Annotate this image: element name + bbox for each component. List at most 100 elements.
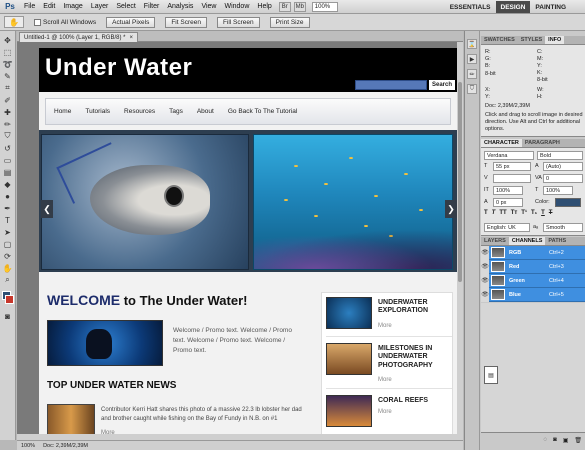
minibridge-icon[interactable]: Mb <box>293 1 306 12</box>
tab-character[interactable]: CHARACTER <box>481 139 522 147</box>
channel-row-red[interactable]: 👁 Red Ctrl+3 <box>481 259 585 274</box>
eye-icon[interactable]: 👁 <box>481 273 489 288</box>
vertical-scrollbar[interactable] <box>457 42 463 440</box>
tab-styles[interactable]: STYLES <box>518 36 545 44</box>
text-color-swatch[interactable] <box>555 198 581 207</box>
font-style-select[interactable]: Bold <box>537 151 583 160</box>
tab-info[interactable]: INFO <box>545 36 565 44</box>
menu-edit[interactable]: Edit <box>39 3 59 10</box>
dodge-tool-icon[interactable]: ● <box>2 191 14 201</box>
scroll-thumb[interactable] <box>458 82 462 282</box>
close-icon[interactable]: × <box>129 35 133 41</box>
actual-pixels-button[interactable]: Actual Pixels <box>106 16 156 28</box>
faux-italic-button[interactable]: T <box>492 210 496 219</box>
tab-layers[interactable]: LAYERS <box>481 237 509 245</box>
workspace-painting[interactable]: PAINTING <box>530 1 571 13</box>
tab-swatches[interactable]: SWATCHES <box>481 36 518 44</box>
tab-paths[interactable]: PATHS <box>545 237 569 245</box>
hand-tool-preset-icon[interactable]: ✋ <box>4 16 24 28</box>
save-selection-icon[interactable]: ◙ <box>553 437 557 443</box>
fill-screen-button[interactable]: Fill Screen <box>216 16 260 28</box>
document-tab[interactable]: Untitled-1 @ 100% (Layer 1, RGB/8) * × <box>19 32 138 42</box>
brush-panel-icon[interactable]: ✏ <box>467 69 477 79</box>
actions-panel-icon[interactable]: ▶ <box>467 54 477 64</box>
clone-stamp-tool-icon[interactable]: ⛉ <box>2 131 14 141</box>
menu-help[interactable]: Help <box>253 3 275 10</box>
hand-tool-icon[interactable]: ✋ <box>2 263 14 273</box>
type-tool-icon[interactable]: T <box>2 215 14 225</box>
color-swatches[interactable] <box>2 291 14 309</box>
path-selection-tool-icon[interactable]: ➤ <box>2 227 14 237</box>
menu-filter[interactable]: Filter <box>140 3 164 10</box>
info-b-label: B: <box>485 63 491 69</box>
print-size-button[interactable]: Print Size <box>269 16 310 28</box>
workspace-essentials[interactable]: ESSENTIALS <box>445 1 496 13</box>
quick-select-tool-icon[interactable]: ✎ <box>2 71 14 81</box>
eraser-tool-icon[interactable]: ▭ <box>2 155 14 165</box>
subscript-button[interactable]: T₁ <box>531 210 537 219</box>
document-canvas[interactable]: Under Water Search Home Tutorials Resour… <box>17 42 463 440</box>
brush-tool-icon[interactable]: ✏ <box>2 119 14 129</box>
blur-tool-icon[interactable]: ◆ <box>2 179 14 189</box>
pen-tool-icon[interactable]: ✒ <box>2 203 14 213</box>
eye-icon[interactable]: 👁 <box>481 245 489 260</box>
quick-mask-icon[interactable]: ◙ <box>2 311 14 321</box>
font-size-field[interactable]: 55 px <box>493 162 531 171</box>
fit-screen-button[interactable]: Fit Screen <box>165 16 207 28</box>
lasso-tool-icon[interactable]: ➰ <box>2 59 14 69</box>
channel-row-rgb[interactable]: 👁 RGB Ctrl+2 <box>481 245 585 260</box>
checkbox-box[interactable] <box>34 18 41 26</box>
clone-source-panel-icon[interactable]: ⛉ <box>467 84 477 94</box>
zoom-tool-icon[interactable]: ⌕ <box>2 275 14 285</box>
menu-view[interactable]: View <box>197 3 220 10</box>
zoom-level[interactable]: 100% <box>311 1 338 12</box>
eye-icon[interactable]: 👁 <box>481 259 489 274</box>
font-family-select[interactable]: Verdana <box>484 151 534 160</box>
menu-window[interactable]: Window <box>220 3 253 10</box>
menu-image[interactable]: Image <box>59 3 86 10</box>
underline-button[interactable]: T <box>541 210 545 219</box>
vertical-scale-field[interactable]: 100% <box>493 186 523 195</box>
tab-paragraph[interactable]: PARAGRAPH <box>522 139 563 147</box>
baseline-shift-field[interactable]: 0 px <box>493 198 523 207</box>
eyedropper-tool-icon[interactable]: ✐ <box>2 95 14 105</box>
menu-analysis[interactable]: Analysis <box>163 3 197 10</box>
gradient-tool-icon[interactable]: ▤ <box>2 167 14 177</box>
delete-channel-icon[interactable]: 🗑 <box>574 437 582 444</box>
healing-brush-tool-icon[interactable]: ✚ <box>2 107 14 117</box>
move-tool-icon[interactable]: ✥ <box>2 35 14 45</box>
workspace-design[interactable]: DESIGN <box>495 1 531 13</box>
language-select[interactable]: English: UK <box>484 223 530 232</box>
strikethrough-button[interactable]: T <box>549 210 553 219</box>
eye-icon[interactable]: 👁 <box>481 287 489 302</box>
leading-field[interactable]: (Auto) <box>543 162 583 171</box>
small-caps-button[interactable]: Tт <box>511 210 518 219</box>
superscript-button[interactable]: T¹ <box>521 210 527 219</box>
status-zoom[interactable]: 100% <box>21 443 35 449</box>
crop-tool-icon[interactable]: ⌗ <box>2 83 14 93</box>
background-color-swatch[interactable] <box>5 295 14 304</box>
menu-select[interactable]: Select <box>112 3 139 10</box>
floating-document-icon[interactable]: ▤ <box>484 366 498 384</box>
history-panel-icon[interactable]: ⌛ <box>467 39 477 49</box>
kerning-field[interactable] <box>493 174 531 183</box>
all-caps-button[interactable]: TT <box>499 210 506 219</box>
channel-row-green[interactable]: 👁 Green Ctrl+4 <box>481 273 585 288</box>
faux-bold-button[interactable]: T <box>484 210 488 219</box>
info-8bit-label: 8-bit <box>537 77 548 83</box>
new-channel-icon[interactable]: ▣ <box>563 437 569 444</box>
tracking-field[interactable]: 0 <box>543 174 583 183</box>
antialias-select[interactable]: Smooth <box>543 223 583 232</box>
scroll-all-windows-checkbox[interactable]: Scroll All Windows <box>34 18 96 26</box>
shape-tool-icon[interactable]: ▢ <box>2 239 14 249</box>
history-brush-tool-icon[interactable]: ↺ <box>2 143 14 153</box>
load-channel-selection-icon[interactable]: ◌ <box>544 437 548 443</box>
3d-rotate-tool-icon[interactable]: ⟳ <box>2 251 14 261</box>
menu-file[interactable]: File <box>20 3 39 10</box>
menu-layer[interactable]: Layer <box>87 3 113 10</box>
marquee-tool-icon[interactable]: ⬚ <box>2 47 14 57</box>
tab-channels[interactable]: CHANNELS <box>508 237 546 245</box>
horizontal-scale-field[interactable]: 100% <box>543 186 573 195</box>
channel-row-blue[interactable]: 👁 Blue Ctrl+5 <box>481 287 585 302</box>
bridge-icon[interactable]: Br <box>278 1 291 12</box>
